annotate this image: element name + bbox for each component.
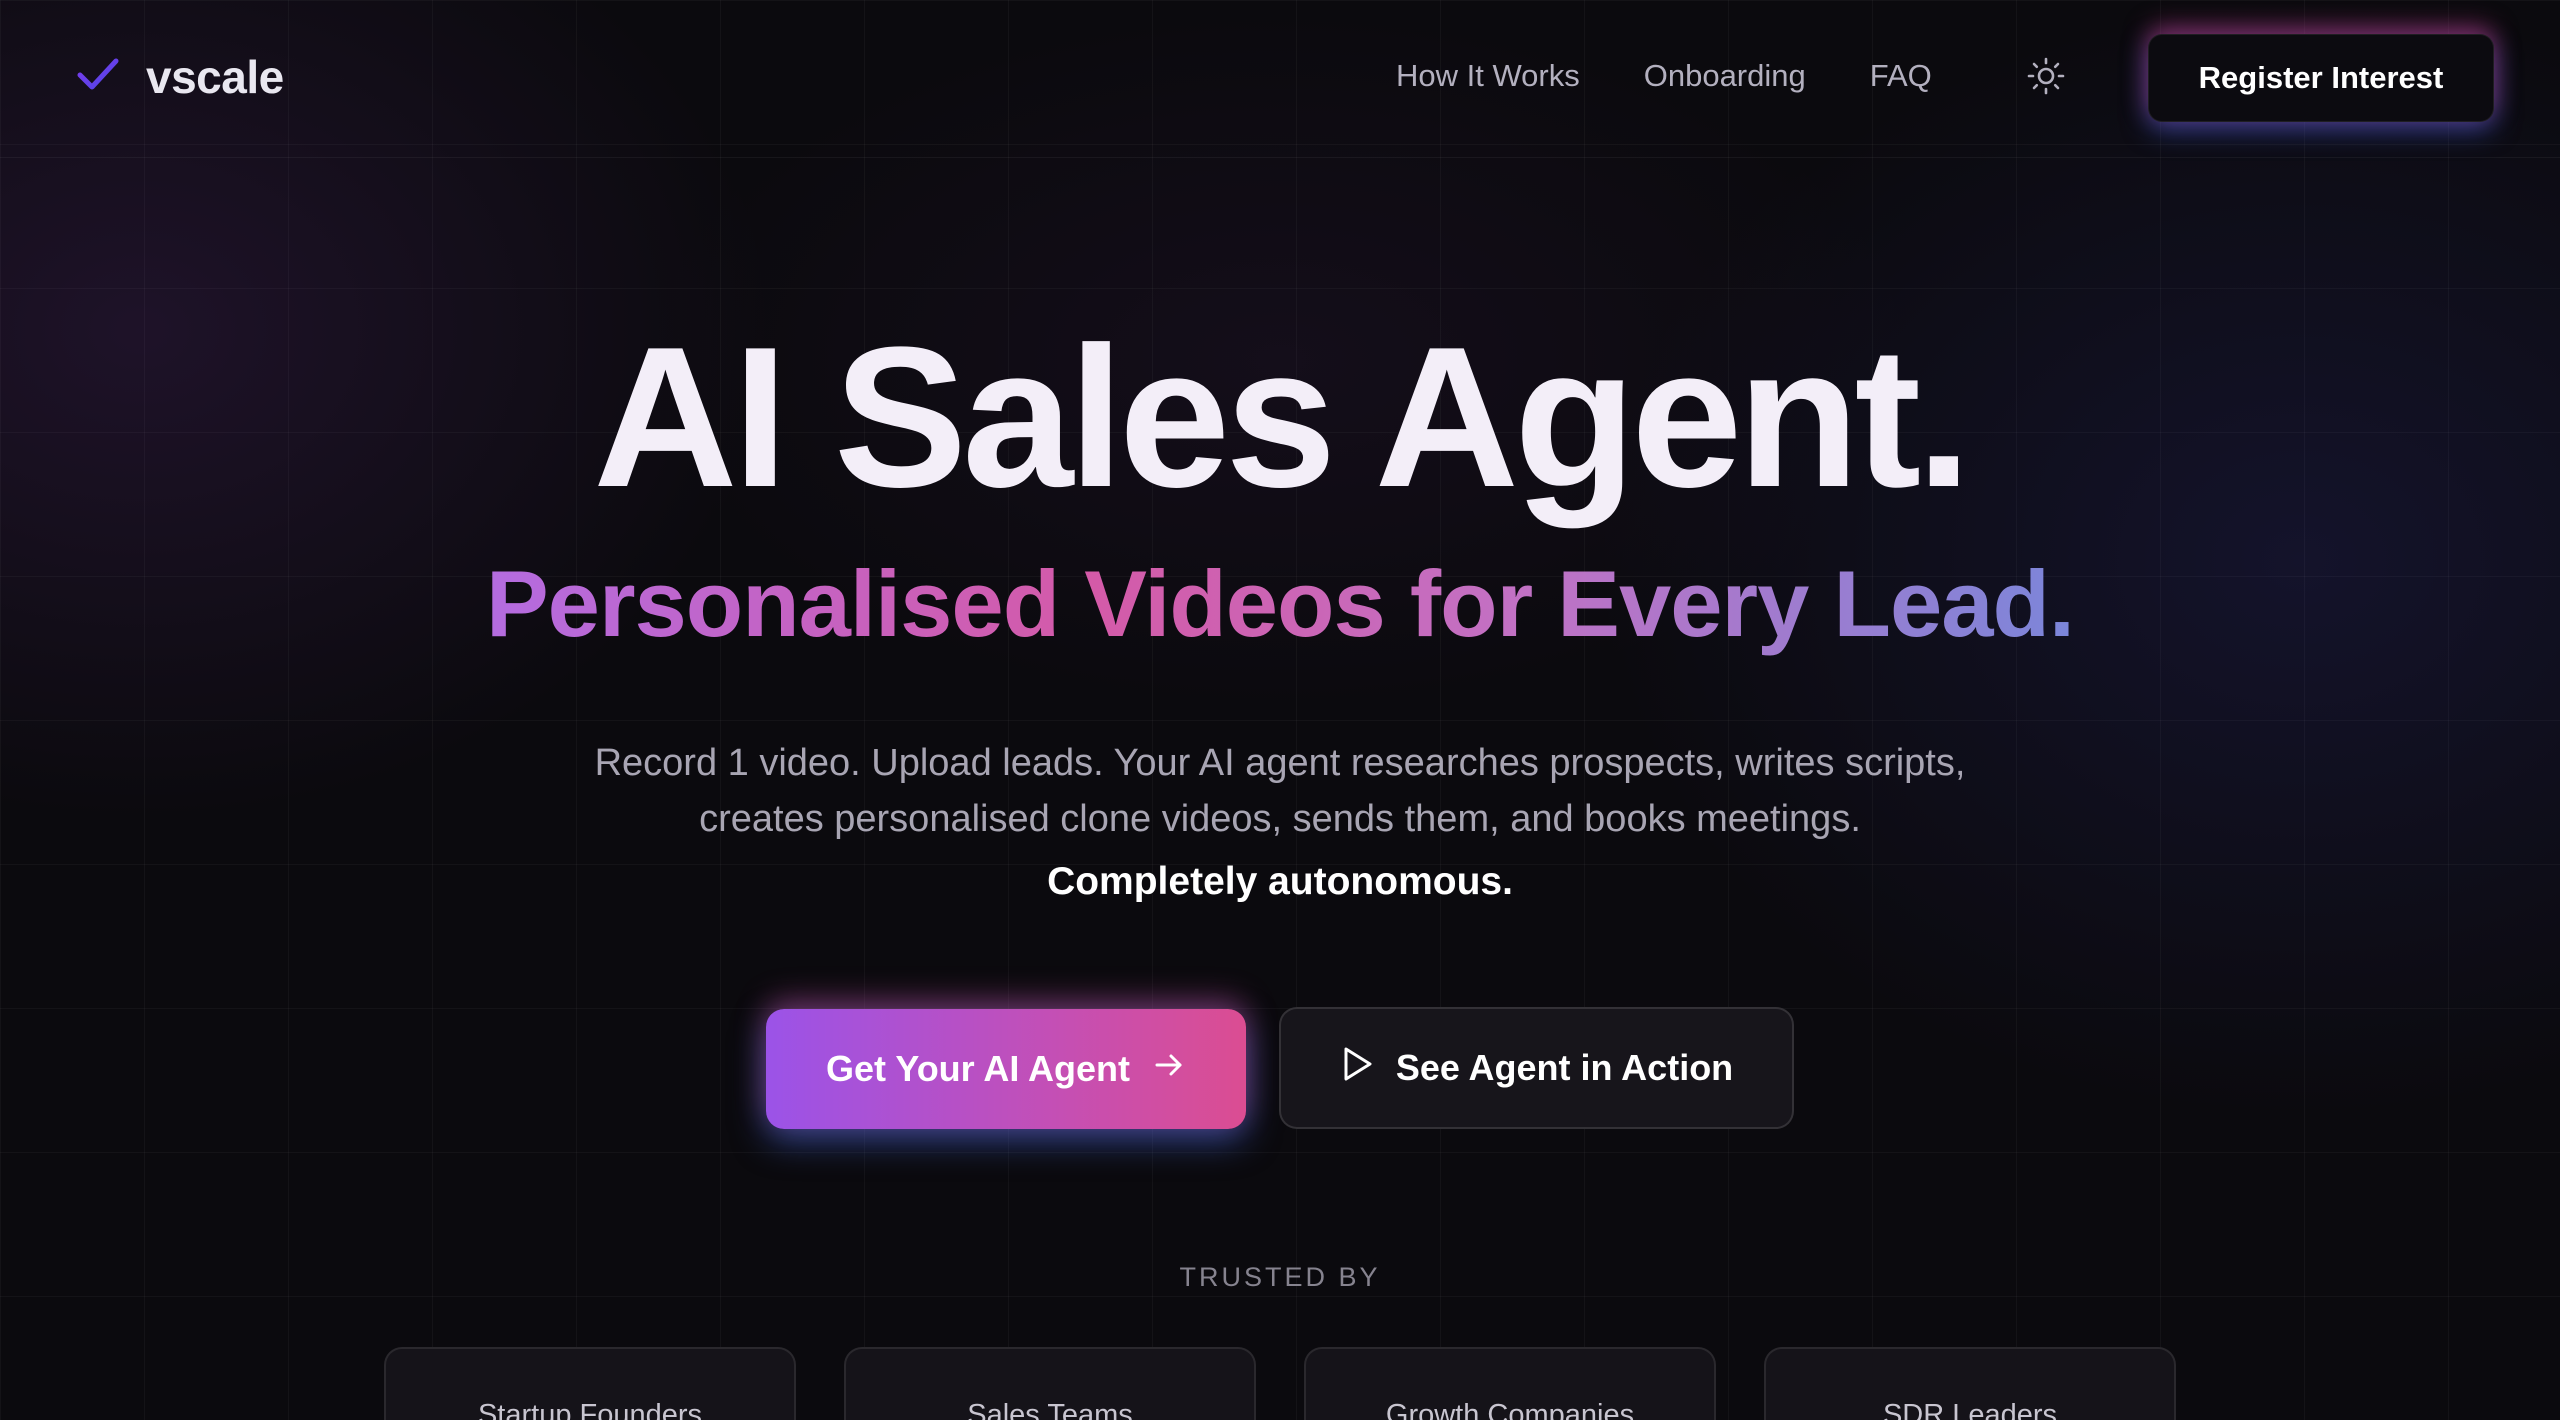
background-grid — [0, 0, 2560, 1420]
check-icon — [76, 53, 120, 102]
sun-icon — [2026, 56, 2066, 101]
hero-description: Record 1 video. Upload leads. Your AI ag… — [520, 735, 2040, 847]
hero-subtitle: Personalised Videos for Every Lead. — [0, 552, 2560, 655]
theme-toggle-button[interactable] — [2026, 56, 2066, 101]
play-icon — [1340, 1045, 1374, 1092]
get-ai-agent-button[interactable]: Get Your AI Agent — [766, 1009, 1246, 1129]
trusted-card-growth-companies: Growth Companies — [1304, 1347, 1716, 1420]
top-nav: vscale How It Works Onboarding FAQ Regis… — [0, 0, 2560, 158]
trusted-by-label: TRUSTED BY — [1179, 1262, 1381, 1292]
hero-subtitle-text: Personalised Videos for Every Lead. — [485, 551, 2075, 656]
see-agent-in-action-button[interactable]: See Agent in Action — [1279, 1007, 1794, 1129]
trusted-by-list: Startup Founders Sales Teams Growth Comp… — [384, 1347, 2176, 1420]
trusted-card-sdr-leaders: SDR Leaders — [1764, 1347, 2176, 1420]
see-agent-in-action-label: See Agent in Action — [1395, 1047, 1734, 1088]
nav-link-onboarding[interactable]: Onboarding — [1644, 58, 1806, 94]
hero-description-line-1: Record 1 video. Upload leads. Your AI ag… — [594, 742, 1966, 784]
trusted-card-startup-founders: Startup Founders — [384, 1347, 796, 1420]
brand-name: vscale — [146, 51, 284, 103]
get-ai-agent-label: Get Your AI Agent — [825, 1048, 1130, 1089]
arrow-right-icon — [1152, 1048, 1186, 1091]
trusted-card-sales-teams: Sales Teams — [844, 1347, 1256, 1420]
nav-link-how-it-works[interactable]: How It Works — [1396, 58, 1580, 94]
hero-emphasis: Completely autonomous. — [1047, 860, 1513, 903]
nav-link-faq[interactable]: FAQ — [1870, 58, 1932, 94]
page: vscale How It Works Onboarding FAQ Regis… — [0, 0, 2560, 1420]
nav-links: How It Works Onboarding FAQ — [1396, 58, 1932, 94]
logo[interactable]: vscale — [76, 50, 284, 104]
register-interest-button[interactable]: Register Interest — [2148, 34, 2494, 122]
hero-description-line-2: creates personalised clone videos, sends… — [699, 798, 1861, 840]
hero-title: AI Sales Agent. — [593, 306, 1972, 529]
